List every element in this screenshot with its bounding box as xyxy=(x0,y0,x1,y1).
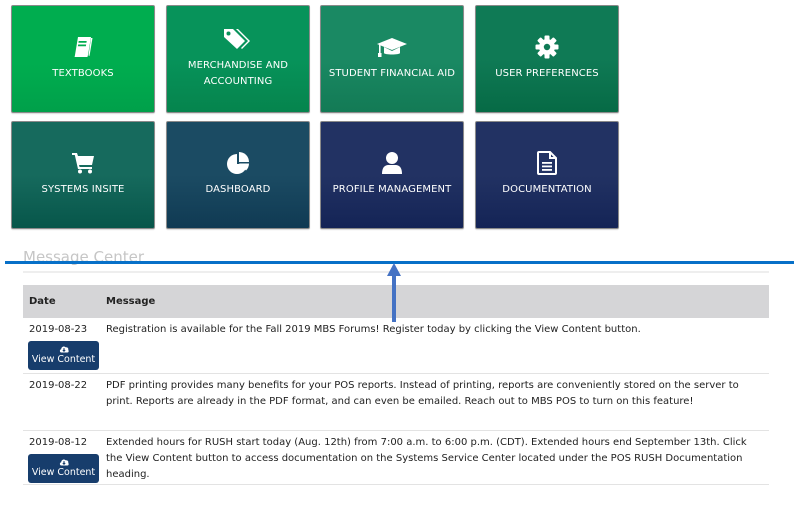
tile-label: MERCHANDISE AND ACCOUNTING xyxy=(187,60,289,87)
tile-student-financial-aid[interactable]: STUDENT FINANCIAL AID xyxy=(320,5,464,113)
view-content-label: View Content xyxy=(31,354,96,365)
tile-label: SYSTEMS INSITE xyxy=(41,184,125,195)
tile-merchandise-and-accounting[interactable]: MERCHANDISE AND ACCOUNTING xyxy=(166,5,310,113)
column-header-message: Message xyxy=(106,296,156,307)
cloud-download-icon xyxy=(59,346,69,353)
message-date: 2019-08-12 xyxy=(29,437,88,448)
book-icon xyxy=(73,36,93,58)
message-date: 2019-08-23 xyxy=(29,324,88,335)
tile-profile-management[interactable]: PROFILE MANAGEMENT xyxy=(320,121,464,229)
column-header-date: Date xyxy=(29,296,56,307)
message-date: 2019-08-22 xyxy=(29,380,88,391)
message-text: Extended hours for RUSH start today (Aug… xyxy=(106,437,747,480)
annotation-arrow-icon xyxy=(387,263,401,322)
document-icon xyxy=(537,151,557,175)
tile-user-preferences[interactable]: USER PREFERENCES xyxy=(475,5,619,113)
table-row: 2019-08-12 View Content Extended hours f… xyxy=(23,431,769,485)
message-text: Registration is available for the Fall 2… xyxy=(106,324,641,335)
tile-dashboard[interactable]: DASHBOARD xyxy=(166,121,310,229)
table-row: 2019-08-23 View Content Registration is … xyxy=(23,318,769,374)
tags-icon xyxy=(223,28,253,50)
tile-label: DOCUMENTATION xyxy=(502,184,592,195)
tile-documentation[interactable]: DOCUMENTATION xyxy=(475,121,619,229)
pie-chart-icon xyxy=(226,152,250,174)
view-content-label: View Content xyxy=(31,467,96,478)
tile-label: TEXTBOOKS xyxy=(52,68,114,79)
message-text: PDF printing provides many benefits for … xyxy=(106,380,739,407)
view-content-button[interactable]: View Content xyxy=(28,341,99,370)
tile-systems-insite[interactable]: SYSTEMS INSITE xyxy=(11,121,155,229)
tile-label: PROFILE MANAGEMENT xyxy=(332,184,452,195)
view-content-button[interactable]: View Content xyxy=(28,454,99,483)
tile-label: STUDENT FINANCIAL AID xyxy=(328,68,456,79)
cloud-download-icon xyxy=(59,459,69,466)
tile-textbooks[interactable]: TEXTBOOKS xyxy=(11,5,155,113)
tile-label: USER PREFERENCES xyxy=(495,68,599,79)
gear-icon xyxy=(535,35,559,59)
tile-label: DASHBOARD xyxy=(205,184,271,195)
table-row: 2019-08-22 PDF printing provides many be… xyxy=(23,374,769,431)
shopping-cart-icon xyxy=(71,152,95,174)
graduation-cap-icon xyxy=(376,36,408,58)
user-icon xyxy=(381,152,403,174)
